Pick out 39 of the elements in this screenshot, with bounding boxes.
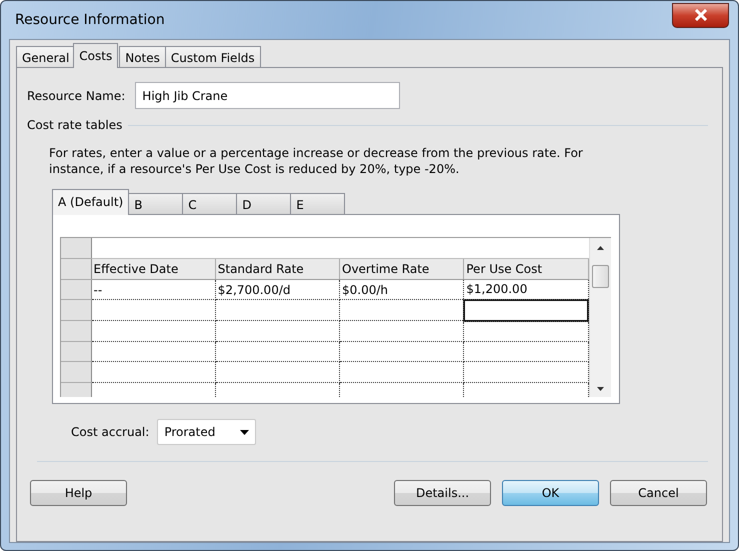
- window-title: Resource Information: [14, 12, 165, 28]
- table-cell[interactable]: $1,200.00: [464, 279, 588, 300]
- instructions-text: For rates, enter a value or a percentage increase or decrease from the previous rate. For instance, if a resource's Per Use Cost is reduced by 20%, type -20%.: [49, 145, 584, 177]
- close-button[interactable]: [672, 2, 729, 28]
- scroll-thumb[interactable]: [592, 265, 610, 288]
- dialog-button[interactable]: OK: [502, 480, 599, 506]
- table-cell[interactable]: $2,700.00/d: [215, 279, 340, 300]
- tab[interactable]: E: [290, 193, 346, 215]
- table-cell[interactable]: $0.00/h: [340, 279, 464, 300]
- tab[interactable]: D: [236, 193, 292, 215]
- dialog-button[interactable]: Details...: [394, 480, 491, 506]
- table-cell[interactable]: [464, 341, 588, 362]
- dialog-button[interactable]: Help: [30, 480, 127, 506]
- focused-cell[interactable]: [464, 300, 588, 321]
- column-header[interactable]: Standard Rate: [215, 258, 340, 280]
- field-label: Cost accrual:: [71, 425, 150, 439]
- tab[interactable]: Notes: [119, 46, 166, 68]
- dialog-button[interactable]: Cancel: [610, 480, 707, 506]
- close-icon: [694, 9, 708, 21]
- tab[interactable]: Costs: [73, 43, 118, 68]
- column-header[interactable]: Per Use Cost: [464, 258, 588, 280]
- scrollbar[interactable]: [589, 238, 611, 397]
- tab[interactable]: B: [128, 193, 184, 215]
- dropdown-arrow-icon: [240, 430, 250, 434]
- tab[interactable]: Custom Fields: [164, 46, 261, 68]
- column-header[interactable]: Effective Date: [91, 258, 216, 280]
- group-heading: Cost rate tables: [27, 118, 122, 132]
- tab[interactable]: General: [16, 46, 76, 68]
- scroll-up-icon[interactable]: [597, 246, 604, 250]
- table-cell[interactable]: [464, 362, 588, 382]
- tab[interactable]: A (Default): [52, 189, 130, 215]
- field-label: Resource Name:: [27, 88, 126, 102]
- resource-name-field[interactable]: High Jib Crane: [135, 82, 400, 109]
- cost-accrual-dropdown[interactable]: Prorated: [157, 419, 256, 445]
- column-header[interactable]: Overtime Rate: [340, 258, 464, 280]
- table-cell[interactable]: --: [91, 279, 216, 300]
- scroll-down-icon[interactable]: [597, 387, 604, 391]
- table-cell[interactable]: [464, 320, 588, 342]
- tab[interactable]: C: [182, 193, 238, 215]
